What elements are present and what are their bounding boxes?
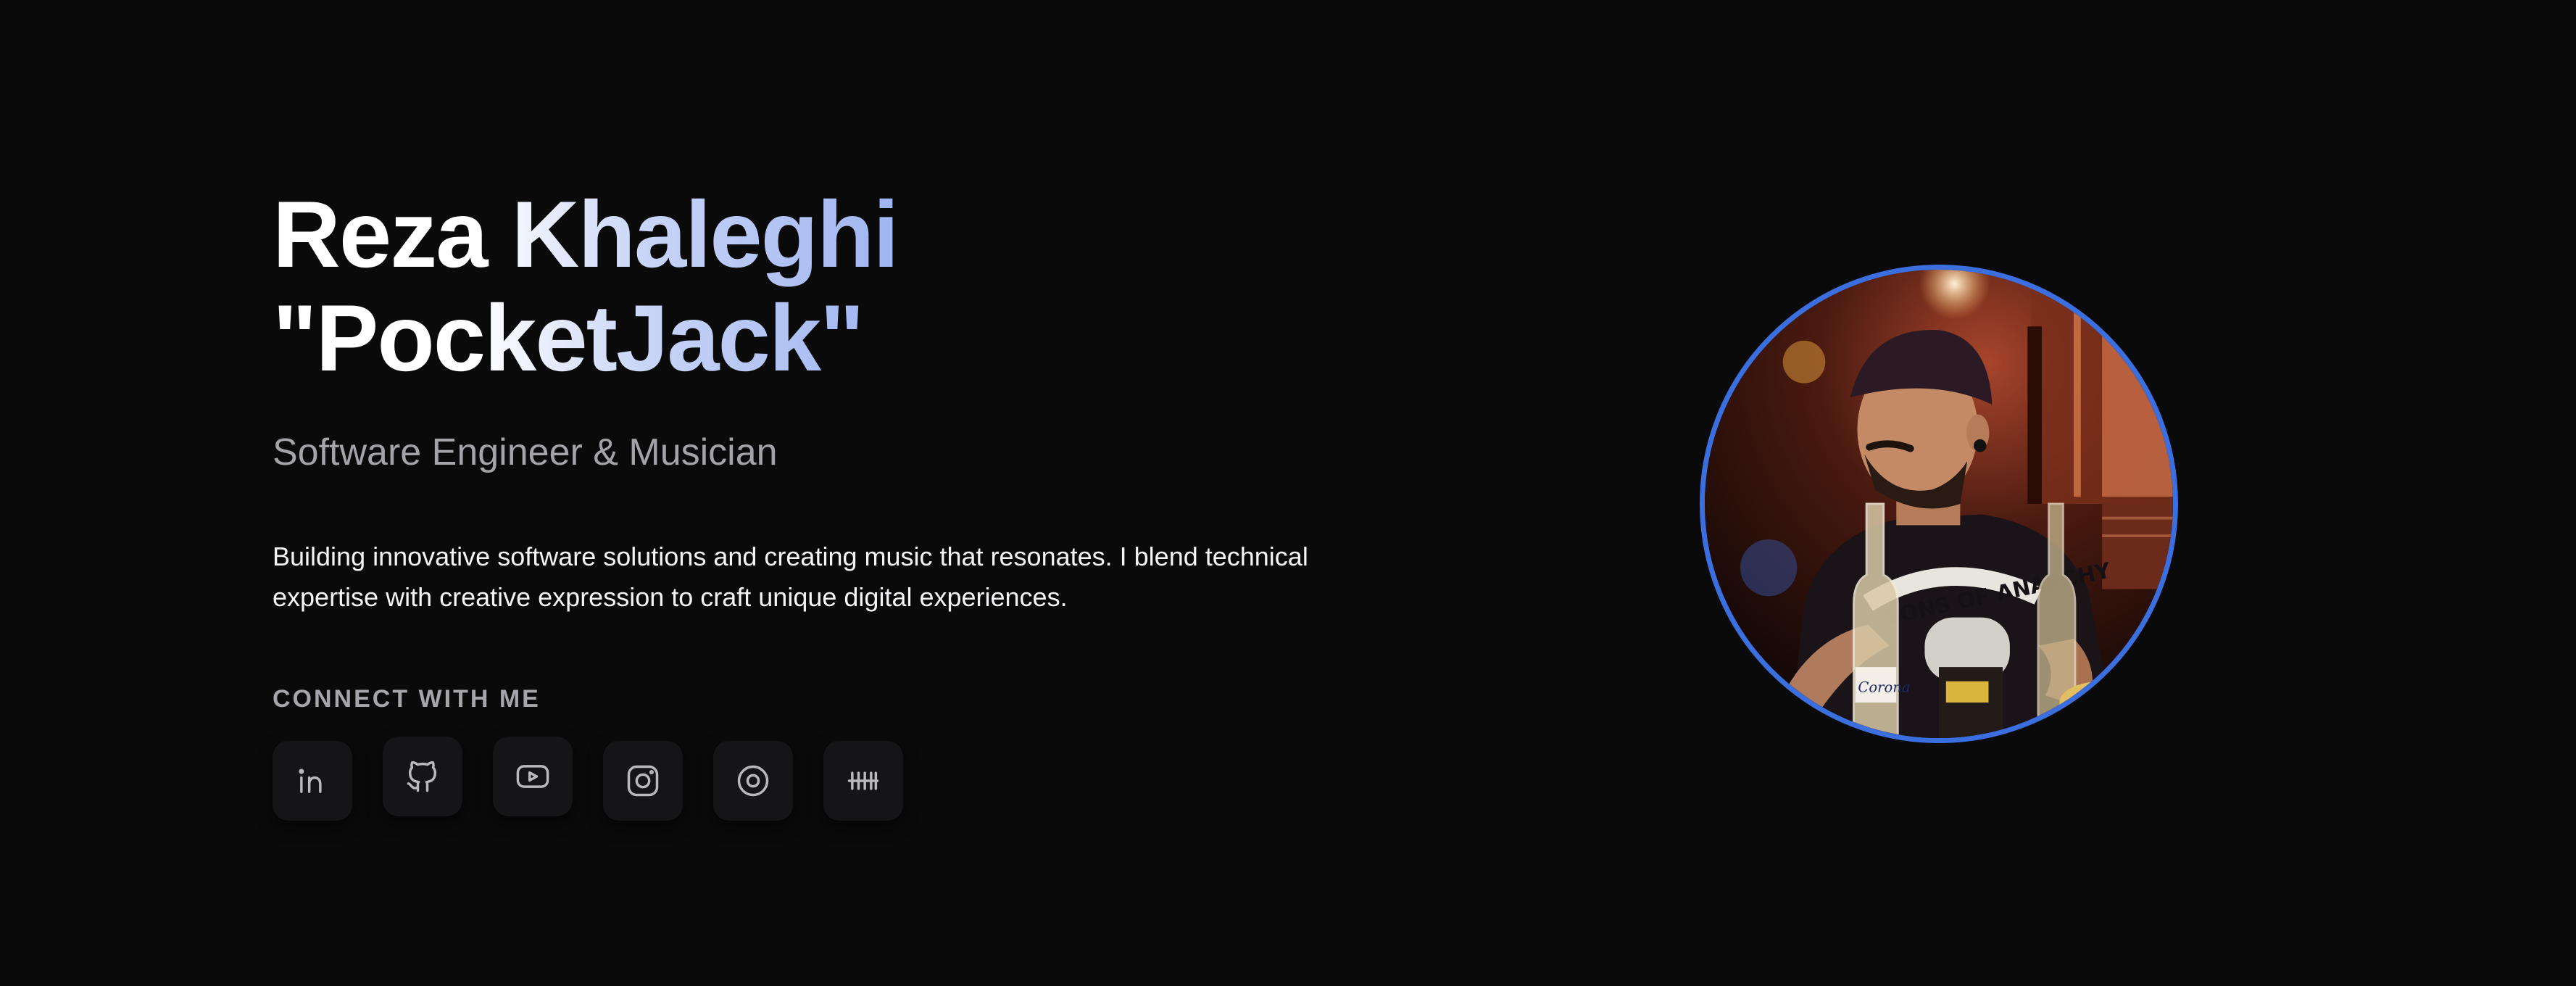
instagram-icon	[627, 765, 659, 797]
hero-text-column: Reza Khaleghi "PocketJack" Software Engi…	[273, 183, 1403, 821]
bandcamp-icon	[847, 771, 879, 790]
social-links	[273, 737, 925, 828]
hero-section: Reza Khaleghi "PocketJack" Software Engi…	[0, 0, 2576, 986]
instagram-button[interactable]	[603, 741, 683, 821]
github-icon	[407, 761, 437, 792]
page-title: Reza Khaleghi "PocketJack"	[273, 183, 997, 390]
profile-photo-illustration: SONS OF ANARCHY Corona	[1705, 270, 2173, 738]
youtube-icon	[516, 765, 549, 788]
bandcamp-button[interactable]	[823, 741, 903, 821]
name-line-1: Reza Khaleghi	[273, 181, 898, 287]
name-line-2: "PocketJack"	[273, 285, 863, 391]
connect-label: CONNECT WITH ME	[273, 685, 541, 713]
music-disc-icon	[737, 765, 769, 797]
music-button[interactable]	[713, 741, 793, 821]
hero-subtitle: Software Engineer & Musician	[273, 431, 778, 473]
hero-bio: Building innovative software solutions a…	[273, 542, 1308, 612]
bottle-label: Corona	[1858, 679, 1910, 695]
github-button[interactable]	[383, 737, 462, 816]
profile-photo: SONS OF ANARCHY Corona	[1700, 265, 2178, 743]
youtube-button[interactable]	[493, 737, 573, 816]
linkedin-icon	[299, 768, 322, 793]
linkedin-button[interactable]	[273, 741, 352, 821]
